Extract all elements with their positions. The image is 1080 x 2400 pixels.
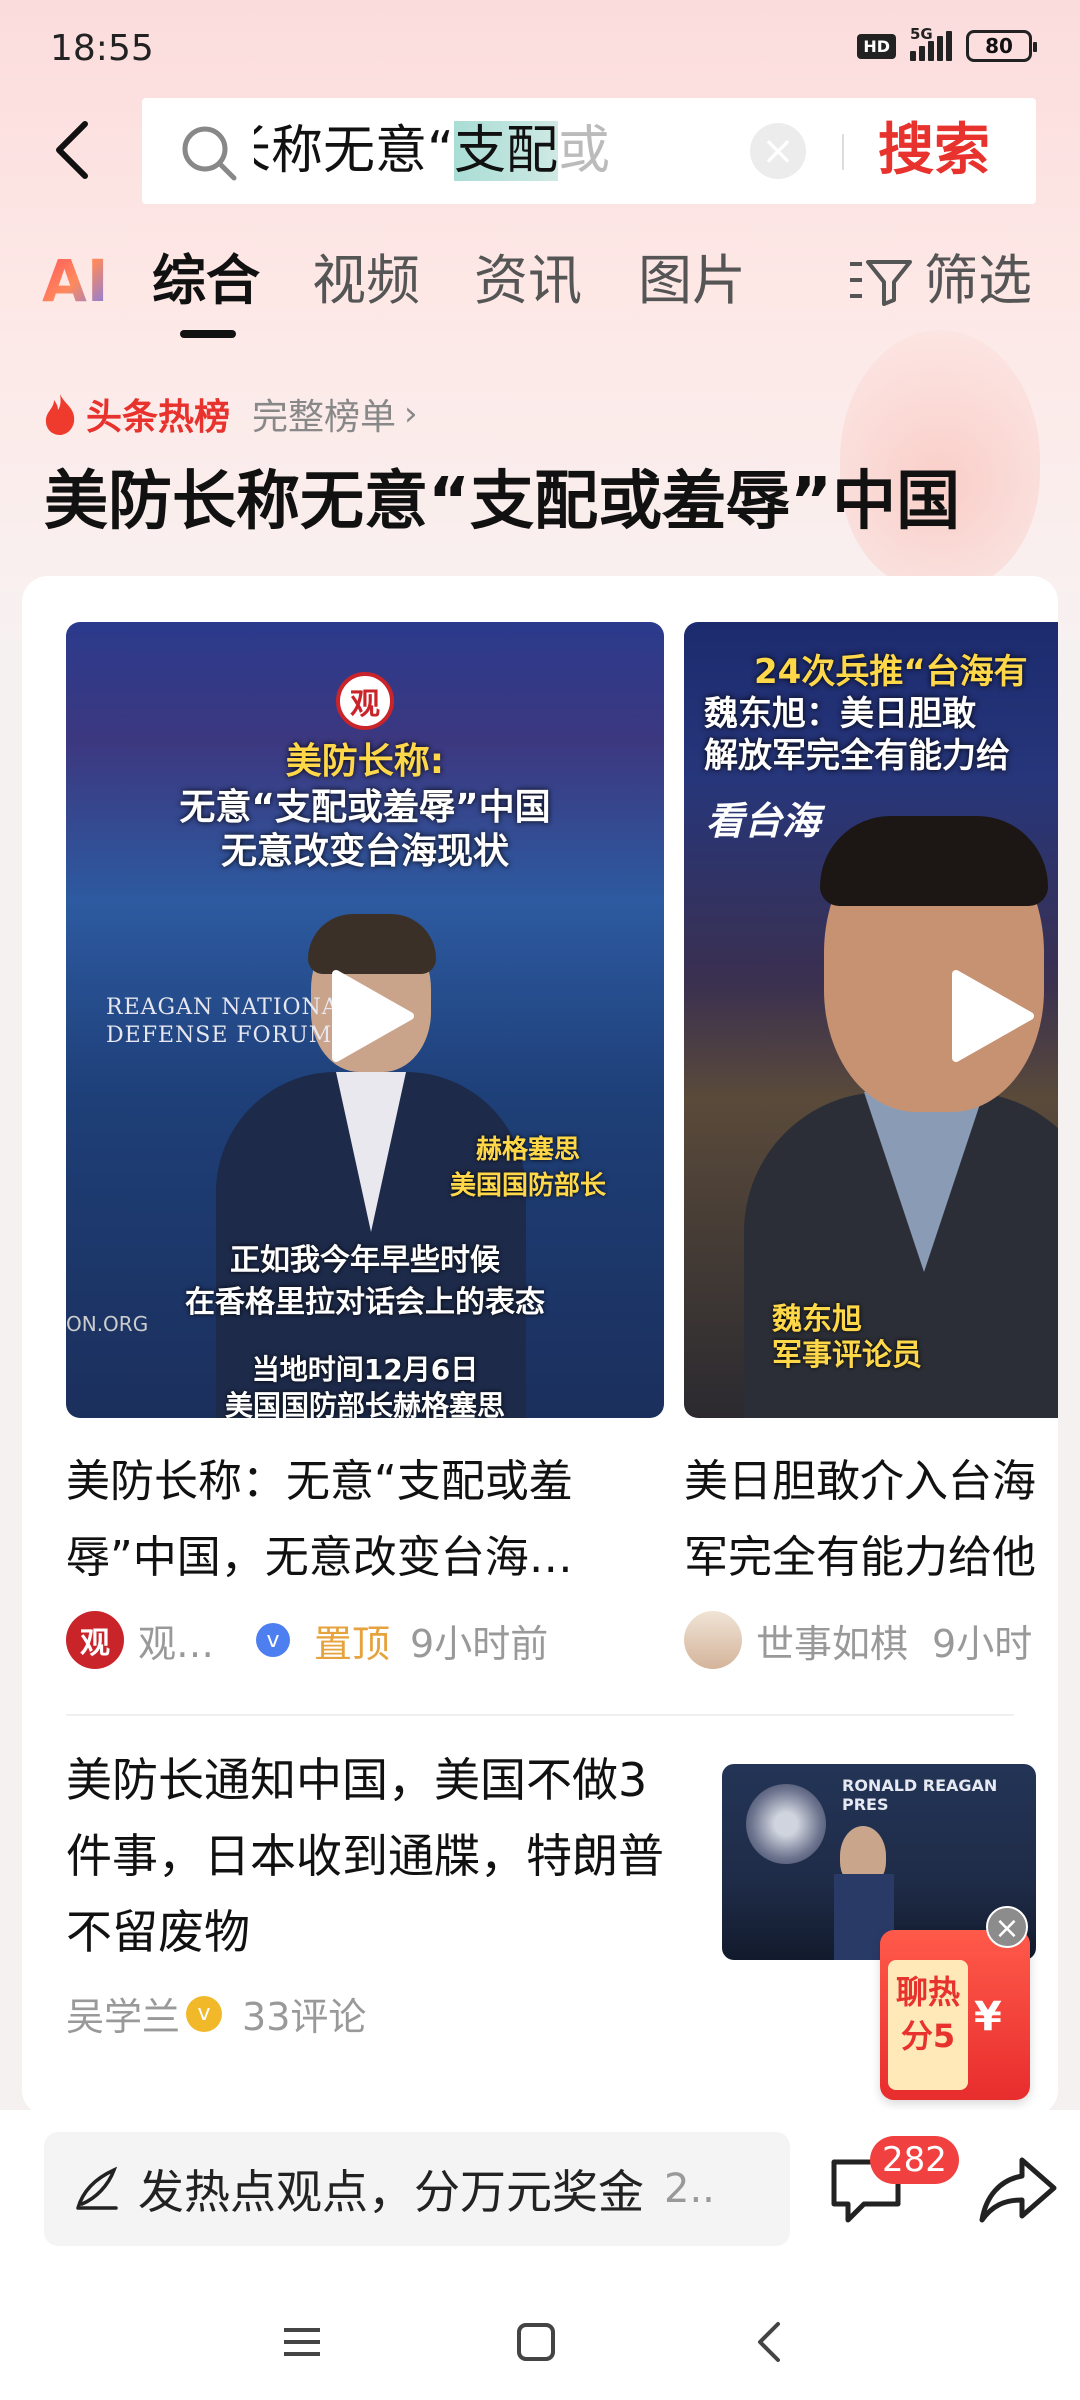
video-subtitle: 正如我今年早些时候 在香格里拉对话会上的表态 — [185, 1243, 545, 1320]
video-meta-1: 观 观… v 置顶 9小时前 — [66, 1610, 548, 1670]
page-headline: 美防长称无意“支配或羞辱”中国 — [44, 465, 961, 539]
video-title-line: 军完全有能力给他 — [684, 1532, 1036, 1583]
back-button[interactable] — [36, 110, 106, 190]
author-name[interactable]: 观… — [138, 1613, 214, 1668]
video-title-line: 辱”中国，无意改变台海… — [66, 1532, 573, 1583]
tab-images[interactable]: 图片 — [638, 246, 746, 316]
video-overlay-line: 无意改变台海现状 — [220, 831, 509, 872]
video-meta-2: 世事如棋 9小时 — [684, 1610, 1032, 1670]
search-icon — [182, 126, 237, 181]
back-arrow-icon — [56, 121, 88, 179]
comment-placeholder: 发热点观点，分万元奖金 — [138, 2165, 644, 2219]
video-thumbnail-2[interactable]: 24次兵推“台海有 魏东旭：美日胆敢 解放军完全有能力给 看台海 魏东旭 军事评… — [684, 622, 1058, 1418]
video-title-2[interactable]: 美日胆敢介入台海 军完全有能力给他 — [684, 1444, 1058, 1596]
filter-button[interactable]: 筛选 — [848, 246, 1032, 316]
menu-icon — [284, 2328, 320, 2356]
play-icon — [332, 970, 414, 1062]
search-query-rest: 或 — [557, 121, 610, 181]
author-avatar[interactable] — [684, 1611, 742, 1669]
promo-close-button[interactable]: × — [986, 1906, 1028, 1948]
video-thumbnail-1[interactable]: 观 美防长称: 无意“支配或羞辱”中国 无意改变台海现状 REAGAN NATI… — [66, 622, 664, 1418]
share-icon — [979, 2157, 1057, 2223]
comment-count-badge: 282 — [870, 2136, 959, 2184]
comment-suffix: 2.. — [664, 2166, 715, 2212]
seal-image — [746, 1784, 826, 1864]
status-bar: 18:55 HD 5G 80 — [0, 0, 1080, 100]
post-time: 9小时前 — [410, 1621, 549, 1666]
flame-icon — [45, 394, 75, 435]
filter-icon — [850, 260, 912, 306]
article-title[interactable]: 美防长通知中国，美国不做3件事，日本收到通牒，特朗普不留废物 — [66, 1742, 686, 1970]
hot-list-label: 头条热榜 — [86, 397, 231, 438]
full-list-link[interactable]: 完整榜单 — [252, 388, 396, 440]
status-time: 18:55 — [50, 28, 154, 69]
tab-video[interactable]: 视频 — [312, 246, 420, 316]
play-icon — [952, 970, 1034, 1062]
nav-back-button[interactable] — [740, 2312, 800, 2372]
post-time: 9小时 — [932, 1621, 1033, 1666]
menu-button[interactable] — [272, 2312, 332, 2372]
home-icon — [517, 2323, 555, 2361]
tab-ai[interactable]: AI — [42, 246, 108, 316]
red-packet-promo[interactable]: 聊热 分5 ¥ — [880, 1930, 1030, 2100]
search-box[interactable]: 美防长称无意“支配或 × 搜索 — [142, 98, 1036, 204]
video-title-line: 美日胆敢介入台海 — [684, 1456, 1036, 1507]
comment-input[interactable]: 发热点观点，分万元奖金 2.. — [44, 2132, 790, 2246]
pen-icon — [76, 2166, 118, 2210]
author-name[interactable]: 吴学兰 — [66, 1986, 180, 2041]
network-type: 5G — [910, 25, 933, 43]
forum-backdrop-text: REAGAN NATIONAL DEFENSE FORUM — [106, 995, 355, 1048]
yen-icon: ¥ — [974, 1994, 1002, 2040]
article-meta: 吴学兰 v 33评论 — [66, 1986, 366, 2041]
search-input[interactable]: 美防长称无意“支配或 — [254, 120, 610, 182]
tab-news[interactable]: 资讯 — [474, 246, 582, 316]
search-button[interactable]: 搜索 — [878, 116, 990, 186]
video-overlay-line: 解放军完全有能力给 — [704, 736, 1010, 776]
signal-icon: 5G — [910, 25, 952, 61]
comment-count: 33评论 — [242, 1995, 367, 2039]
search-query-selected: 支配 — [453, 121, 558, 181]
divider — [66, 1714, 1014, 1716]
clear-button[interactable]: × — [750, 123, 806, 179]
verified-icon: v — [256, 1623, 291, 1657]
search-query-text: 美防长称无意“ — [254, 121, 454, 181]
name-caption: 魏东旭 军事评论员 — [772, 1302, 922, 1373]
guancha-logo: 观 — [336, 672, 394, 730]
status-icons: HD 5G 80 — [857, 25, 1037, 62]
kan-taihai-logo: 看台海 — [706, 799, 821, 843]
battery-level: 80 — [985, 34, 1013, 58]
name-caption: 赫格塞思 美国国防部长 — [449, 1135, 606, 1201]
pinned-badge: 置顶 — [314, 1621, 391, 1666]
play-button[interactable] — [946, 966, 1036, 1066]
active-tab-indicator — [180, 330, 236, 338]
system-nav-bar — [0, 2284, 1080, 2400]
thumbnail-text: RONALD REAGAN PRES — [842, 1776, 998, 1814]
nav-back-icon — [758, 2322, 780, 2362]
author-avatar[interactable]: 观 — [66, 1611, 124, 1669]
play-button[interactable] — [326, 966, 416, 1066]
promo-text: 聊热 分5 — [888, 1960, 968, 2090]
filter-label: 筛选 — [924, 249, 1032, 312]
verified-icon: v — [186, 1995, 223, 2032]
search-divider — [842, 134, 844, 170]
tab-general[interactable]: 综合 — [152, 246, 260, 316]
video-overlay-line: 美防长称: — [285, 741, 445, 782]
video-title-line: 美防长称：无意“支配或羞 — [66, 1456, 573, 1507]
video-title-1[interactable]: 美防长称：无意“支配或羞 辱”中国，无意改变台海… — [66, 1444, 656, 1596]
category-tabs: AI 综合 视频 资讯 图片 筛选 — [0, 240, 1080, 340]
author-name[interactable]: 世事如棋 — [756, 1613, 908, 1668]
hot-list-header: 头条热榜 完整榜单 › — [42, 388, 418, 440]
chevron-right-icon: › — [404, 394, 418, 434]
hd-icon: HD — [857, 33, 896, 59]
share-button[interactable] — [978, 2154, 1058, 2226]
date-caption: 当地时间12月6日 美国国防部长赫格塞思 — [224, 1353, 505, 1418]
results-card: 观 美防长称: 无意“支配或羞辱”中国 无意改变台海现状 REAGAN NATI… — [22, 576, 1058, 2116]
home-button[interactable] — [506, 2312, 566, 2372]
battery-icon: 80 — [966, 30, 1037, 62]
